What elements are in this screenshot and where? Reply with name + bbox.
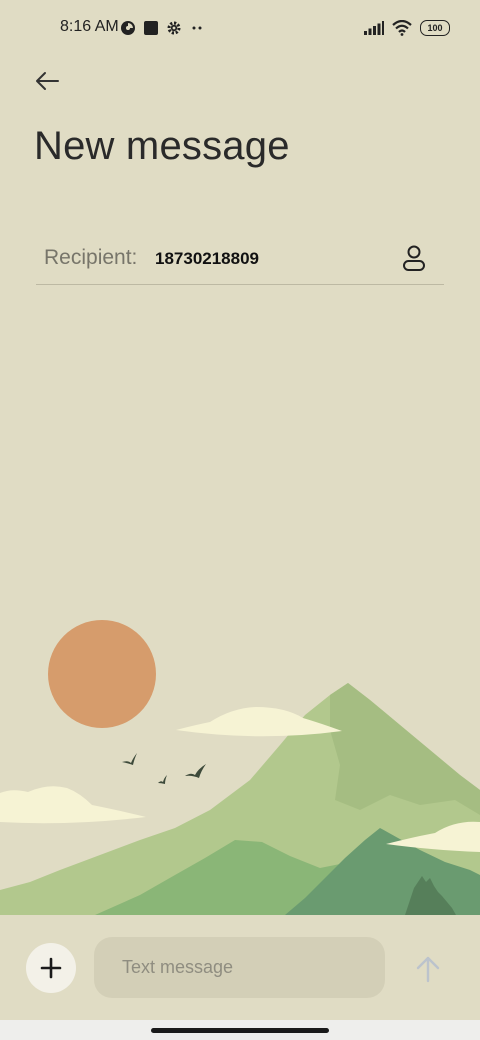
square-notification-icon: [144, 21, 158, 35]
back-button[interactable]: [28, 62, 66, 100]
bird-2: [158, 775, 167, 784]
sun: [48, 620, 156, 728]
arrow-left-icon: [36, 72, 59, 90]
settings-icon: [167, 21, 181, 35]
send-button[interactable]: [410, 951, 446, 987]
recipient-label: Recipient:: [44, 246, 138, 269]
select-contact-button[interactable]: [398, 242, 430, 274]
landscape-illustration: [0, 620, 480, 915]
status-icons-right: 100: [364, 17, 450, 39]
home-indicator[interactable]: [151, 1028, 329, 1033]
data-saver-icon: [121, 21, 135, 35]
battery-icon: 100: [420, 20, 450, 36]
more-dots-icon: [192, 26, 202, 30]
composer-bar: [0, 915, 480, 1020]
bird-3: [185, 764, 206, 778]
status-icons-left: [120, 17, 205, 39]
message-input[interactable]: [94, 937, 385, 998]
wifi-icon: [392, 20, 412, 36]
recipient-value[interactable]: 18730218809: [155, 249, 259, 269]
recipient-field[interactable]: Recipient: 18730218809: [36, 232, 444, 285]
arrow-up-icon: [416, 956, 440, 983]
mountain-shadow: [330, 683, 480, 815]
person-icon: [403, 245, 425, 271]
status-time: 8:16 AM: [60, 18, 119, 35]
navigation-bar: [0, 1020, 480, 1040]
signal-icon: [364, 21, 384, 35]
cloud-left: [0, 786, 146, 824]
plus-icon: [40, 957, 62, 979]
bird-1: [122, 753, 137, 765]
status-bar: 8:16 AM 100: [0, 0, 480, 56]
add-attachment-button[interactable]: [26, 943, 76, 993]
page-title: New message: [34, 124, 290, 168]
